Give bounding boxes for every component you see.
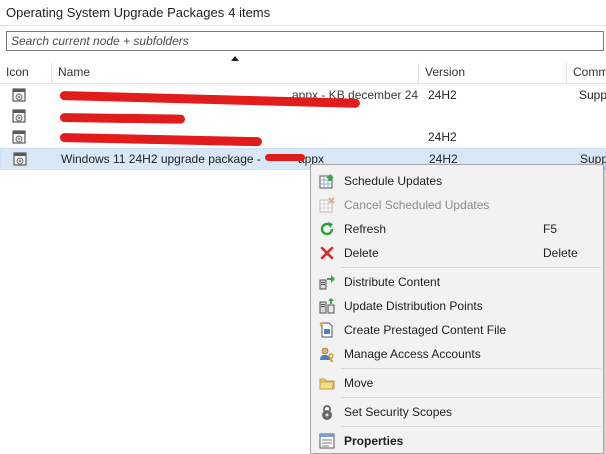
schedule-updates-icon xyxy=(319,174,334,189)
row-version: 24H2 xyxy=(428,88,457,102)
security-lock-icon xyxy=(322,405,332,420)
column-header-comments[interactable]: Comm xyxy=(567,63,606,83)
menu-item-update-distribution-points[interactable]: Update Distribution Points xyxy=(311,294,603,318)
menu-item-refresh[interactable]: Refresh F5 xyxy=(311,217,603,241)
page-title: Operating System Upgrade Packages 4 items xyxy=(6,5,270,20)
os-upgrade-package-icon xyxy=(12,109,26,123)
menu-item-label: Refresh xyxy=(344,222,387,236)
row-name: Windows 11 24H2 upgrade package - xyxy=(61,152,261,166)
title-divider xyxy=(0,25,606,26)
menu-item-label: Cancel Scheduled Updates xyxy=(344,198,490,212)
column-header-icon[interactable]: Icon xyxy=(0,63,52,83)
context-menu: Schedule Updates Cancel Scheduled Update… xyxy=(310,164,604,454)
distribute-content-icon xyxy=(319,275,335,290)
sort-ascending-icon xyxy=(231,56,239,61)
refresh-icon xyxy=(320,222,334,236)
manage-access-accounts-icon xyxy=(320,347,334,362)
menu-item-schedule-updates[interactable]: Schedule Updates xyxy=(311,169,603,193)
os-upgrade-package-icon xyxy=(12,88,26,102)
table-row[interactable] xyxy=(0,106,606,128)
os-upgrade-package-icon xyxy=(13,152,27,166)
folder-move-icon xyxy=(319,378,335,390)
item-count: 4 items xyxy=(228,5,271,20)
prestaged-content-icon xyxy=(319,322,333,338)
page-title-text: Operating System Upgrade Packages xyxy=(6,5,225,20)
menu-item-set-security-scopes[interactable]: Set Security Scopes xyxy=(311,400,603,424)
menu-item-label: Manage Access Accounts xyxy=(344,347,481,361)
redaction-mark xyxy=(59,113,186,124)
menu-item-label: Set Security Scopes xyxy=(344,405,453,419)
menu-item-label: Create Prestaged Content File xyxy=(344,323,507,337)
shortcut-key: Delete xyxy=(543,246,578,260)
menu-item-label: Move xyxy=(344,376,374,390)
menu-item-create-prestaged-content-file[interactable]: Create Prestaged Content File xyxy=(311,318,603,342)
os-upgrade-package-icon xyxy=(12,130,26,144)
properties-icon xyxy=(319,433,335,449)
menu-item-label: Distribute Content xyxy=(344,275,441,289)
menu-item-label: Properties xyxy=(344,434,404,448)
menu-item-label: Update Distribution Points xyxy=(344,299,483,313)
table-row[interactable]: 24H2 xyxy=(0,127,606,149)
menu-separator xyxy=(341,426,601,427)
update-distribution-points-icon xyxy=(319,298,335,314)
cancel-schedule-icon xyxy=(319,197,335,213)
menu-item-label: Schedule Updates xyxy=(344,174,443,188)
menu-item-properties[interactable]: Properties xyxy=(311,429,603,453)
column-header-version[interactable]: Version xyxy=(419,63,567,83)
row-comments: Supp xyxy=(579,88,606,102)
row-version: 24H2 xyxy=(428,130,457,144)
menu-item-cancel-scheduled-updates[interactable]: Cancel Scheduled Updates xyxy=(311,193,603,217)
menu-item-distribute-content[interactable]: Distribute Content xyxy=(311,270,603,294)
menu-item-manage-access-accounts[interactable]: Manage Access Accounts xyxy=(311,342,603,366)
shortcut-key: F5 xyxy=(543,222,558,236)
menu-separator xyxy=(341,267,601,268)
search-input[interactable] xyxy=(6,31,604,51)
table-row[interactable]: appx - KB december 24 24H2 Supp xyxy=(0,85,606,108)
menu-separator xyxy=(341,397,601,398)
menu-item-move[interactable]: Move xyxy=(311,371,603,395)
menu-item-delete[interactable]: Delete Delete xyxy=(311,241,603,265)
menu-separator xyxy=(341,368,601,369)
redaction-mark xyxy=(265,154,305,161)
column-header-name[interactable]: Name xyxy=(52,63,419,83)
redaction-mark xyxy=(59,133,263,147)
menu-item-label: Delete xyxy=(344,246,379,260)
delete-x-icon xyxy=(320,246,334,260)
